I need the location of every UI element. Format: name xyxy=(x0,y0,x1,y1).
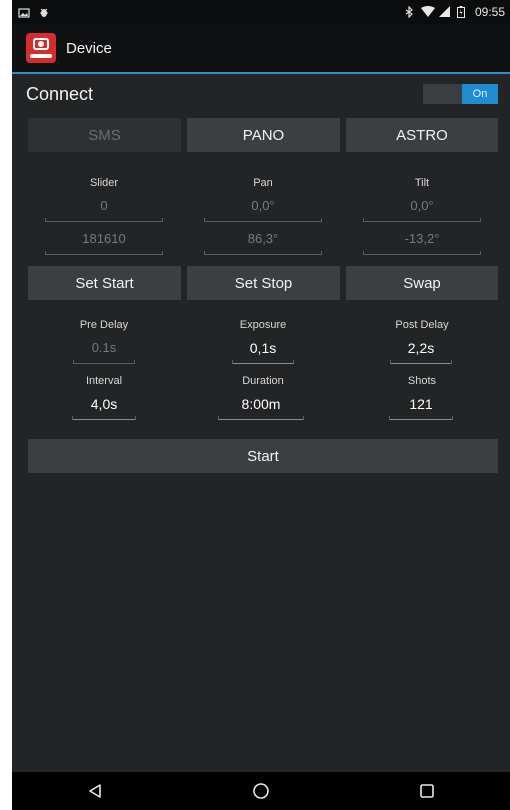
battery-icon xyxy=(456,6,469,18)
start-button[interactable]: Start xyxy=(28,439,498,473)
exposure-field[interactable]: 0,1s xyxy=(232,340,294,364)
signal-icon xyxy=(438,6,451,18)
connect-toggle[interactable]: On xyxy=(423,84,498,104)
post-delay-field[interactable]: 2,2s xyxy=(390,340,452,364)
shots-field[interactable]: 121 xyxy=(389,396,453,420)
app-bar: Device xyxy=(12,24,510,74)
slider-start-field[interactable]: 0 xyxy=(45,198,163,222)
status-time: 09:55 xyxy=(474,5,505,19)
sms-button[interactable]: SMS xyxy=(28,118,181,152)
wifi-icon xyxy=(420,6,435,18)
status-bar: 09:55 xyxy=(12,0,510,24)
tilt-label: Tilt xyxy=(414,177,430,189)
pano-button[interactable]: PANO xyxy=(187,118,340,152)
set-start-button[interactable]: Set Start xyxy=(28,266,181,300)
tilt-stop-field[interactable]: -13,2° xyxy=(363,231,481,255)
image-icon xyxy=(18,6,30,18)
bluetooth-icon xyxy=(403,5,415,19)
interval-field[interactable]: 4,0s xyxy=(72,396,136,420)
slider-label: Slider xyxy=(89,177,119,189)
pan-stop-field[interactable]: 86,3° xyxy=(204,231,322,255)
recents-icon[interactable] xyxy=(407,776,447,806)
navigation-bar xyxy=(12,772,510,810)
exposure-label: Exposure xyxy=(239,319,287,331)
duration-field[interactable]: 8:00m xyxy=(218,396,304,420)
swap-button[interactable]: Swap xyxy=(346,266,498,300)
app-title: Device xyxy=(66,39,112,57)
pan-start-field[interactable]: 0,0° xyxy=(204,198,322,222)
usb-debug-icon xyxy=(38,6,50,18)
home-icon[interactable] xyxy=(241,776,281,806)
device-screen: 09:55 Device Connect On SMS PANO ASTRO S… xyxy=(12,0,510,810)
pre-delay-field[interactable]: 0.1s xyxy=(73,340,135,364)
tilt-start-field[interactable]: 0,0° xyxy=(363,198,481,222)
pre-delay-label: Pre Delay xyxy=(79,319,129,331)
interval-label: Interval xyxy=(85,375,123,387)
slider-stop-field[interactable]: 181610 xyxy=(45,231,163,255)
toggle-on-label: On xyxy=(462,84,498,104)
connect-label: Connect xyxy=(26,83,94,104)
shots-label: Shots xyxy=(407,375,437,387)
pan-label: Pan xyxy=(253,177,273,189)
astro-button[interactable]: ASTRO xyxy=(346,118,498,152)
app-logo-icon[interactable] xyxy=(26,33,56,63)
duration-label: Duration xyxy=(242,375,284,387)
post-delay-label: Post Delay xyxy=(395,319,449,331)
back-icon[interactable] xyxy=(75,776,115,806)
set-stop-button[interactable]: Set Stop xyxy=(187,266,340,300)
connect-row: Connect On xyxy=(12,74,510,114)
